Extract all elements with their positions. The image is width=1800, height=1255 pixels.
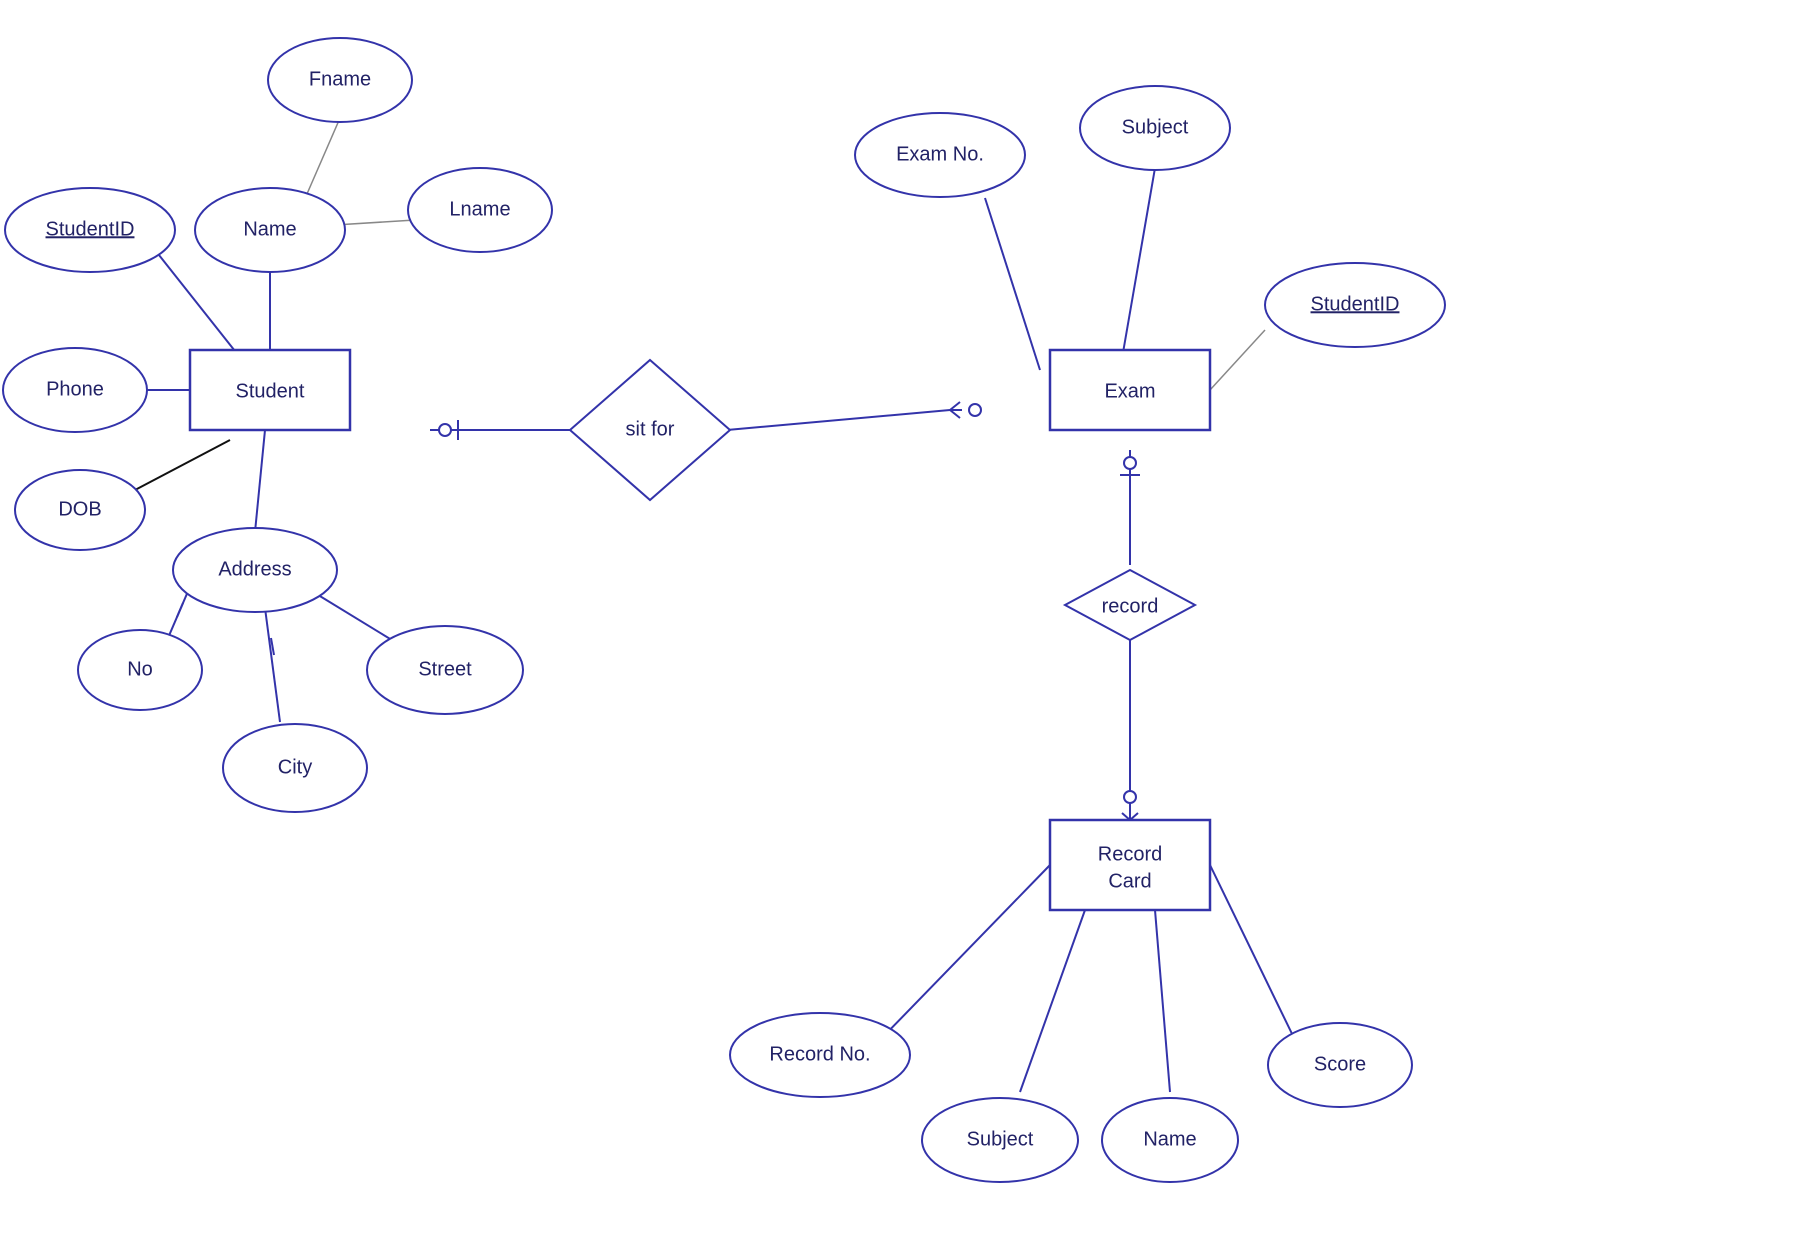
dob-text: DOB	[58, 498, 101, 520]
name-rc-text: Name	[1143, 1128, 1196, 1150]
lname-text: Lname	[449, 198, 510, 220]
subject-rc-text: Subject	[967, 1128, 1034, 1150]
record-card-label-line2: Card	[1108, 870, 1151, 892]
exam-label: Exam	[1104, 380, 1155, 402]
subject-exam-text: Subject	[1122, 116, 1189, 138]
street-text: Street	[418, 658, 472, 680]
record-card-label-line1: Record	[1098, 843, 1162, 865]
student-label: Student	[236, 380, 305, 402]
studentid-exam-text: StudentID	[1311, 293, 1400, 315]
address-text: Address	[218, 558, 291, 580]
sit-for-label: sit for	[626, 418, 675, 440]
name-text: Name	[243, 218, 296, 240]
phone-text: Phone	[46, 378, 104, 400]
studentid-text: StudentID	[46, 218, 135, 240]
no-text: No	[127, 658, 153, 680]
city-text: City	[278, 756, 312, 778]
exam-no-text: Exam No.	[896, 143, 984, 165]
fname-text: Fname	[309, 68, 371, 90]
score-text: Score	[1314, 1053, 1366, 1075]
record-no-text: Record No.	[769, 1043, 870, 1065]
record-label: record	[1102, 595, 1159, 617]
